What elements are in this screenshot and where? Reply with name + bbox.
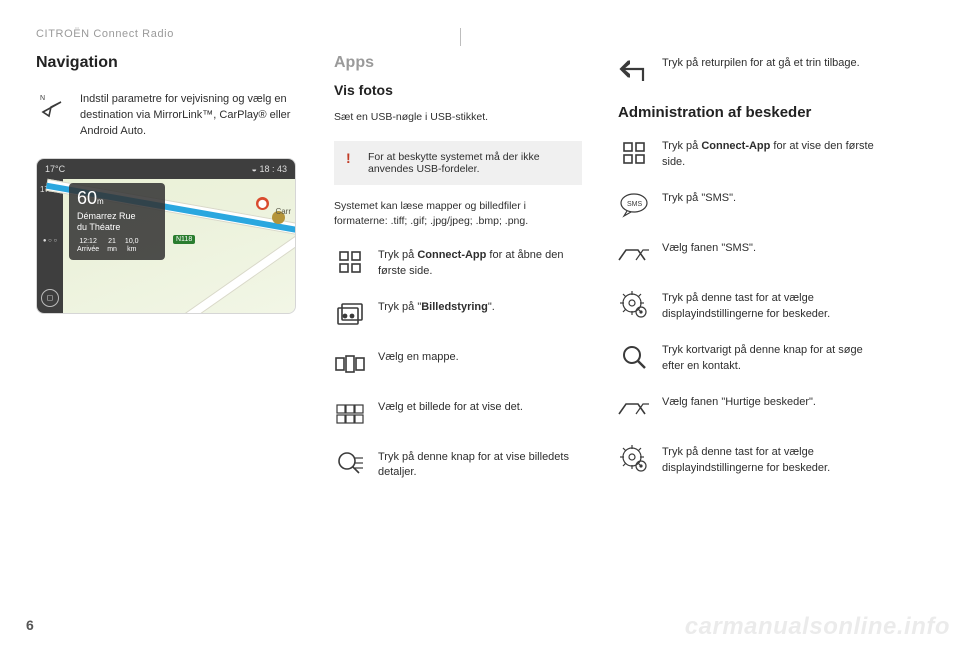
ss-clock: 18 : 43 [259, 164, 287, 174]
ss-arrive-time: 12:12 [77, 238, 99, 246]
photos-icon [334, 298, 366, 330]
ss-home-button: ◻ [41, 289, 59, 307]
apps-heading: Apps [334, 54, 582, 72]
tabs-icon-b [618, 393, 650, 425]
navigation-intro-text: Indstil parametre for vejvisning og vælg… [80, 90, 298, 140]
ss-street2: du Théatre [77, 222, 157, 233]
display-settings-text-b: Tryk på denne tast for at vælge displayi… [662, 443, 876, 477]
compass-icon: N [36, 90, 68, 122]
nav-screenshot: 17°C ◒ 18 : 43 17:10 ● ○ ○ ◻ N118 ⬤ Carr [36, 158, 296, 314]
warning-icon: ! [346, 151, 358, 175]
connect-app-show-text: Tryk på Connect-App for at vise den førs… [662, 137, 876, 171]
usb-warning-text: For at beskytte systemet må der ikke anv… [368, 151, 570, 175]
watermark: carmanualsonline.info [685, 613, 950, 641]
gear-icon-a [618, 289, 650, 321]
press-sms-text: Tryk på "SMS". [662, 189, 876, 207]
ss-arrive-label: Arrivée [77, 246, 99, 254]
ss-km-value: 10,0 [125, 238, 139, 246]
back-arrow-text: Tryk på returpilen for at gå et trin til… [662, 54, 876, 72]
ss-poi-label: Carr [275, 207, 291, 216]
header-divider [460, 28, 461, 46]
usb-warning-box: ! For at beskytte systemet må der ikke a… [334, 141, 582, 185]
quick-messages-tab-text: Vælg fanen "Hurtige beskeder". [662, 393, 876, 411]
ss-dist-unit: m [97, 197, 104, 206]
image-details-text: Tryk på denne knap for at vise billedets… [378, 448, 582, 482]
three-panels-icon [334, 348, 366, 380]
connect-app-open-text: Tryk på Connect-App for at åbne den førs… [378, 246, 582, 280]
svg-text:SMS: SMS [627, 201, 643, 208]
ss-km-label: km [125, 246, 139, 254]
tabs-icon-a [618, 239, 650, 271]
image-mgmt-text: Tryk på "Billedstyring". [378, 298, 582, 316]
grid-6-icon [334, 398, 366, 430]
ss-mn-label: mn [107, 246, 117, 254]
select-sms-tab-text: Vælg fanen "SMS". [662, 239, 876, 257]
vis-fotos-heading: Vis fotos [334, 82, 582, 98]
display-settings-text-a: Tryk på denne tast for at vælge displayi… [662, 289, 876, 323]
svg-text:N: N [40, 95, 45, 102]
supported-formats-text: Systemet kan læse mapper og billedfiler … [334, 199, 582, 229]
ss-mn-value: 21 [107, 238, 117, 246]
ss-poi-red: ⬤ [256, 197, 269, 210]
choose-image-text: Vælg et billede for at vise det. [378, 398, 582, 416]
ss-temp: 17°C [45, 164, 65, 174]
back-arrow-icon [618, 54, 650, 86]
page-number: 6 [26, 617, 34, 633]
grid-4-icon [334, 246, 366, 278]
sms-bubble-icon: SMS [618, 189, 650, 221]
insert-usb-text: Sæt en USB-nøgle i USB-stikket. [334, 110, 582, 125]
detail-magnifier-icon [334, 448, 366, 480]
admin-heading: Administration af beskeder [618, 104, 876, 121]
choose-folder-text: Vælg en mappe. [378, 348, 582, 366]
ss-dist-value: 60 [77, 189, 97, 207]
navigation-heading: Navigation [36, 54, 298, 72]
brand-line: CITROËN Connect Radio [36, 28, 924, 40]
grid-4-icon-b [618, 137, 650, 169]
gear-icon-b [618, 443, 650, 475]
search-icon [618, 341, 650, 373]
search-contact-text: Tryk kortvarigt på denne knap for at søg… [662, 341, 876, 375]
ss-road-badge: N118 [173, 235, 195, 244]
ss-street1: Démarrez Rue [77, 211, 157, 222]
ss-direction-card: 60m Démarrez Rue du Théatre 12:12Arrivée… [69, 183, 165, 260]
